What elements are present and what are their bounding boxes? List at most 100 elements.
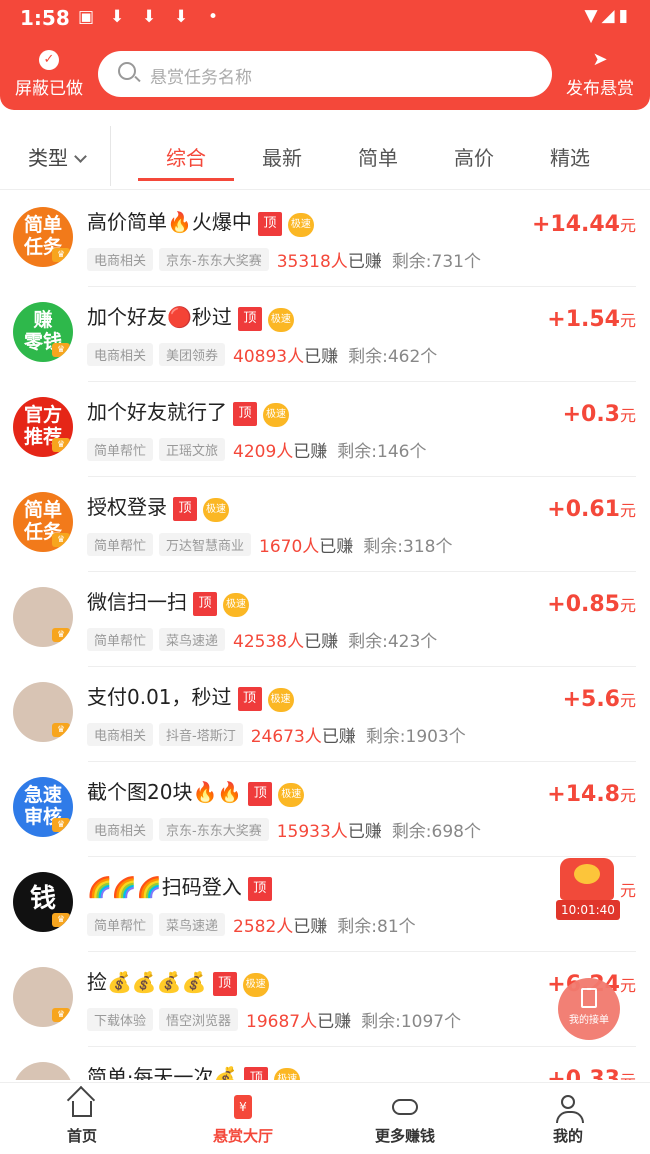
chevron-down-icon xyxy=(74,150,87,163)
task-title: 支付0.01，秒过 xyxy=(87,685,232,709)
image-notification-icon: ▣ xyxy=(78,7,95,27)
reward-amount: +0.3元 xyxy=(563,402,636,427)
task-avatar: 赚零钱 ♛ xyxy=(13,302,73,362)
my-orders-button[interactable]: 我的接单 xyxy=(558,978,620,1040)
pinned-badge: 顶 xyxy=(233,402,257,426)
reward-amount: +0.61元 xyxy=(547,497,636,522)
fast-badge-icon: 极速 xyxy=(267,688,294,712)
task-title-line: 截个图20块🔥🔥 顶极速 xyxy=(87,776,305,807)
task-title-line: 高价简单🔥火爆中顶极速 xyxy=(87,206,314,237)
fast-badge-icon: 极速 xyxy=(287,213,314,237)
pinned-badge: 顶 xyxy=(247,877,272,901)
red-packet-button[interactable]: 10:01:40 xyxy=(556,858,620,920)
earned-suffix: 已赚 xyxy=(304,632,339,652)
remaining-count: 剩余:462个 xyxy=(348,347,438,367)
user-avatar: ♛ xyxy=(13,587,73,647)
nav-home[interactable]: 首页 xyxy=(22,1083,142,1154)
document-icon xyxy=(581,988,597,1008)
status-time: 1:58 xyxy=(20,6,70,30)
yuan-icon: ¥ xyxy=(234,1095,252,1119)
task-meta: 电商相关 京东-东东大奖赛 35318人已赚 剩余:731个 xyxy=(87,247,481,272)
reward-value: +1.54 xyxy=(547,307,620,332)
task-tag: 菜鸟速递 xyxy=(159,913,226,936)
fast-badge-icon: 极速 xyxy=(223,593,249,617)
remaining-count: 剩余:1903个 xyxy=(365,727,466,747)
crown-icon: ♛ xyxy=(52,438,70,452)
crown-icon: ♛ xyxy=(52,628,70,642)
pinned-badge: 顶 xyxy=(237,687,262,711)
task-title-line: 简单·每天一次💰 顶极速 xyxy=(87,1061,301,1080)
task-title-line: 微信扫一扫顶极速 xyxy=(87,586,249,617)
active-tab-indicator xyxy=(138,178,234,181)
earned-number: 35318人 xyxy=(276,252,348,272)
task-row[interactable]: 简单 任务 ♛ 高价简单🔥火爆中顶极速 电商相关 京东-东东大奖赛 35318人已赚 剩余:7… xyxy=(0,192,650,287)
nav-reward-hall[interactable]: ¥ 悬赏大厅 xyxy=(183,1083,303,1154)
task-row[interactable]: 简单 任务 ♛ 授权登录顶极速 简单帮忙 万达智慧商业 1670人已赚 剩余:318个 +0.6… xyxy=(0,477,650,572)
divider xyxy=(110,126,111,186)
task-tag: 电商相关 xyxy=(87,343,154,366)
task-row[interactable]: ♛ 微信扫一扫顶极速简单帮忙 菜鸟速递 42538人已赚 剩余:423个 +0.85元 xyxy=(0,572,650,667)
my-orders-label: 我的接单 xyxy=(569,1015,609,1026)
earned-suffix: 已赚 xyxy=(304,347,339,367)
reward-value: +0.3 xyxy=(562,402,620,427)
remaining-count: 剩余:81个 xyxy=(337,917,416,937)
task-title: 截个图20块🔥🔥 xyxy=(87,780,243,804)
task-row[interactable]: ♛ 简单·每天一次💰 顶极速 +0.33元 xyxy=(0,1047,650,1080)
task-tag: 简单帮忙 xyxy=(87,533,154,556)
reward-amount: +0.85元 xyxy=(547,592,636,617)
task-row[interactable]: 急速 审核 ♛ 截个图20块🔥🔥 顶极速 电商相关 京东-东东大奖赛 15933人已赚 剩余:6… xyxy=(0,762,650,857)
task-row[interactable]: ♛ 支付0.01，秒过顶极速 电商相关 抖音-塔斯汀 24673人已赚 剩余:1903个 +… xyxy=(0,667,650,762)
task-meta: 电商相关 美团领券 40893人已赚 剩余:462个 xyxy=(87,342,437,367)
task-row[interactable]: 官方 推荐 ♛ 加个好友就行了顶极速 简单帮忙 正瑶文旅 4209人已赚 剩余:146个 +0.… xyxy=(0,382,650,477)
pinned-badge: 顶 xyxy=(237,307,262,331)
task-tag: 悟空浏览器 xyxy=(159,1008,239,1031)
earned-count: 2582人已赚 xyxy=(233,917,327,937)
user-avatar: ♛ xyxy=(13,682,73,742)
task-title: 简单·每天一次💰 xyxy=(87,1065,239,1080)
reward-amount: +0.33元 xyxy=(547,1067,636,1080)
earned-number: 40893人 xyxy=(233,347,305,367)
task-title: 加个好友🔴秒过 xyxy=(87,305,232,329)
earned-number: 2582人 xyxy=(233,917,294,937)
task-meta: 简单帮忙 菜鸟速递 42538人已赚 剩余:423个 xyxy=(87,627,437,652)
download-icon: ⬇ xyxy=(142,7,157,27)
earned-count: 1670人已赚 xyxy=(259,537,353,557)
earned-count: 15933人已赚 xyxy=(277,822,382,842)
user-icon xyxy=(556,1095,584,1123)
type-filter-dropdown[interactable]: 类型 xyxy=(28,142,87,171)
hide-done-button[interactable]: ✓ 屏蔽已做 xyxy=(10,50,88,99)
search-input[interactable]: 悬赏任务名称 xyxy=(98,51,552,97)
nav-more-earn[interactable]: 更多赚钱 xyxy=(345,1083,465,1154)
task-title-line: 授权登录顶极速 xyxy=(87,491,229,522)
gamepad-icon xyxy=(392,1099,418,1115)
crown-icon: ♛ xyxy=(52,343,70,357)
reward-value: +14.8 xyxy=(547,782,620,807)
task-row[interactable]: ♛捡💰💰💰💰顶极速下载体验悟空浏览器19687人已赚剩余:1097个+6.24元 xyxy=(0,952,650,1047)
fast-badge-icon: 极速 xyxy=(203,498,229,522)
earned-count: 24673人已赚 xyxy=(251,727,356,747)
search-icon xyxy=(118,62,136,80)
tab-latest[interactable]: 最新 xyxy=(234,142,330,171)
nav-reward-hall-label: 悬赏大厅 xyxy=(212,1127,273,1145)
tab-comprehensive[interactable]: 综合 xyxy=(138,142,234,171)
publish-reward-button[interactable]: ➤ 发布悬赏 xyxy=(564,50,636,100)
tab-featured[interactable]: 精选 xyxy=(522,142,618,171)
search-placeholder: 悬赏任务名称 xyxy=(150,68,252,88)
reward-amount: 元 xyxy=(620,877,636,902)
task-meta: 下载体验 悟空浏览器 19687人已赚 剩余:1097个 xyxy=(87,1007,461,1032)
reward-unit: 元 xyxy=(619,691,636,710)
gold-coin-icon xyxy=(574,864,600,884)
check-icon: ✓ xyxy=(39,50,59,70)
task-row[interactable]: 钱 ♛ 🌈🌈🌈扫码登入顶简单帮忙 菜鸟速递 2582人已赚 剩余:81个 元 xyxy=(0,857,650,952)
tab-high-price[interactable]: 高价 xyxy=(426,142,522,171)
tab-simple[interactable]: 简单 xyxy=(330,142,426,171)
task-title-line: 捡💰💰💰💰 顶极速 xyxy=(87,966,269,997)
task-avatar: 急速 审核 ♛ xyxy=(13,777,73,837)
avatar-text: 赚 xyxy=(33,309,53,331)
task-row[interactable]: 赚零钱 ♛ 加个好友🔴秒过顶极速 电商相关 美团领券 40893人已赚 剩余:462个 +1.… xyxy=(0,287,650,382)
nav-mine[interactable]: 我的 xyxy=(508,1083,628,1154)
task-title-line: 🌈🌈🌈扫码登入顶 xyxy=(87,871,272,901)
publish-label: 发布悬赏 xyxy=(566,79,634,99)
user-avatar: ♛ xyxy=(13,1062,73,1080)
crown-icon: ♛ xyxy=(52,723,70,737)
